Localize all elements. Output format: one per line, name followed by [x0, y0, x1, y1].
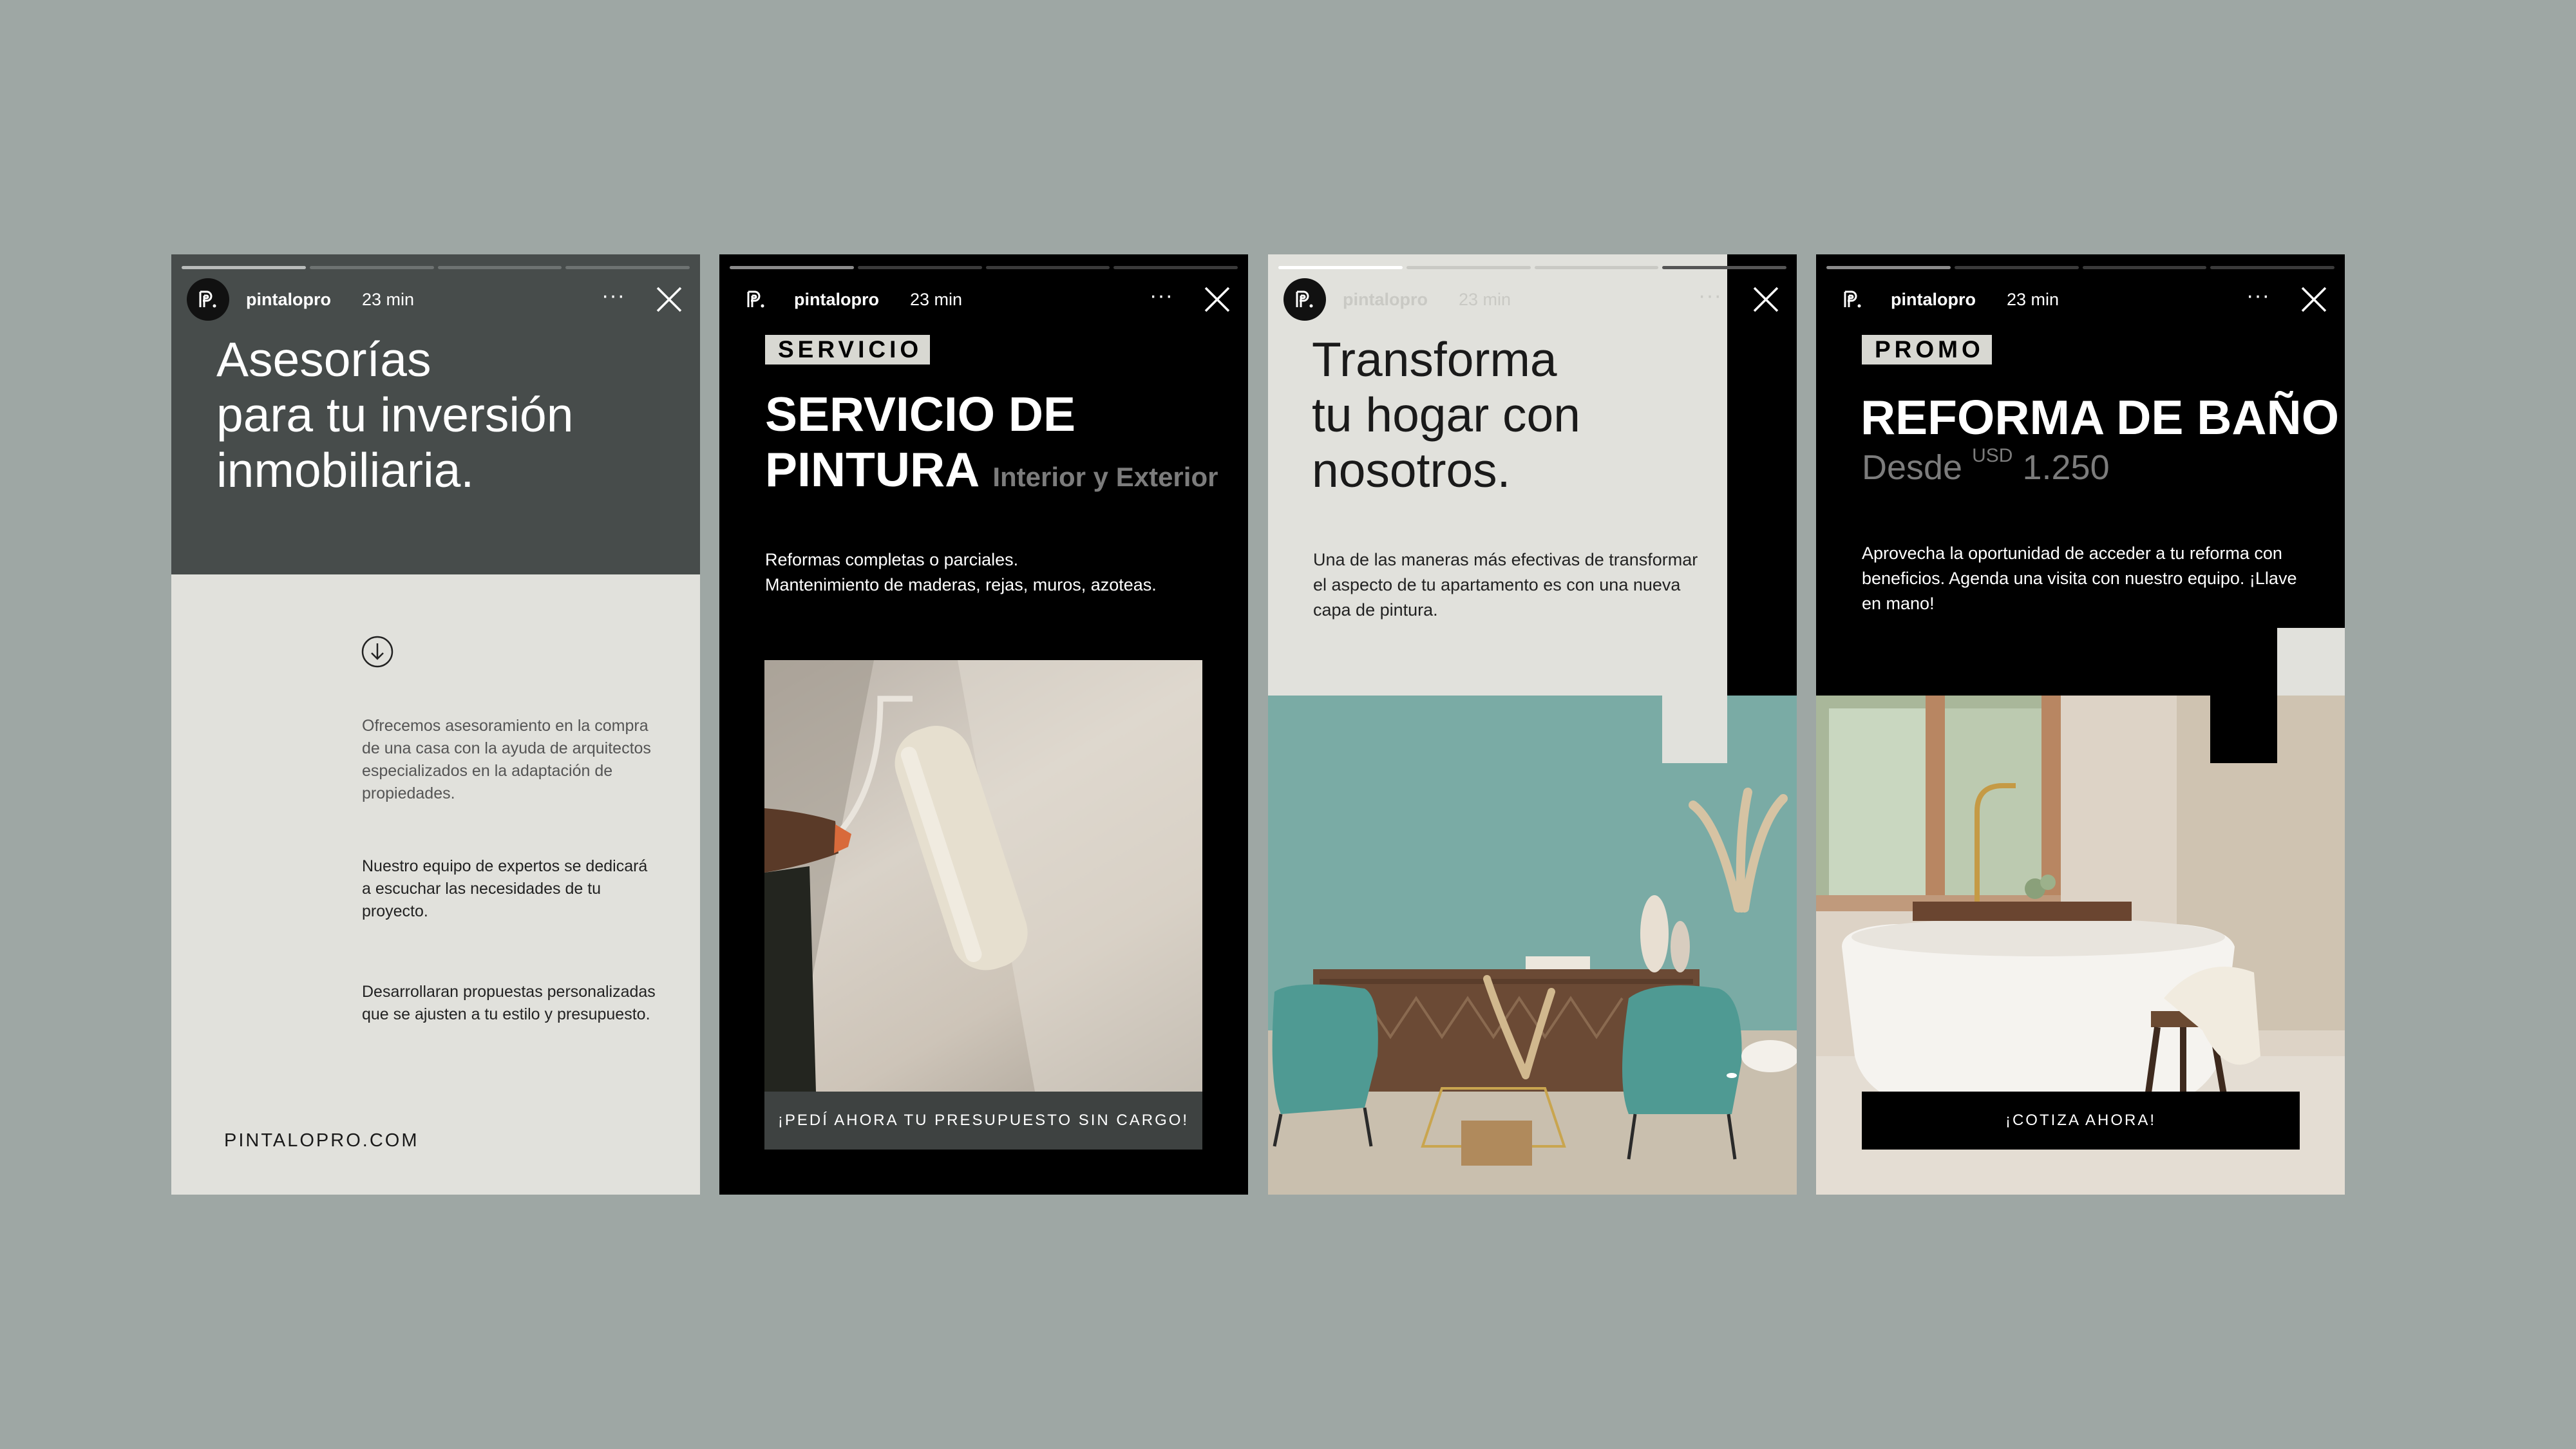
decorative-notch — [1662, 696, 1727, 763]
story-description: Una de las maneras más efectivas de tran… — [1313, 550, 1698, 620]
close-icon[interactable] — [1750, 284, 1781, 315]
painting-roller-photo — [764, 660, 1202, 1092]
avatar[interactable] — [1832, 278, 1874, 321]
close-icon[interactable] — [2298, 284, 2329, 315]
close-icon[interactable] — [654, 284, 685, 315]
story-description: Aprovecha la oportunidad de acceder a tu… — [1862, 544, 2297, 613]
avatar[interactable] — [187, 278, 229, 321]
story-progress-bar — [1278, 266, 1786, 269]
pintalopro-logo-icon — [199, 290, 216, 308]
username[interactable]: pintalopro — [1343, 290, 1428, 310]
close-icon[interactable] — [1202, 284, 1233, 315]
avatar[interactable] — [735, 278, 777, 321]
arrow-down-circle-icon — [361, 636, 393, 668]
pintalopro-logo-icon — [1296, 290, 1313, 308]
category-badge: SERVICIO — [765, 335, 931, 365]
post-time: 23 min — [2006, 289, 2060, 309]
story-title: SERVICIO DE PINTURA Interior y Exterior — [765, 387, 1218, 497]
story-header: pintalopro 23 min ··· — [1283, 277, 1781, 322]
paragraph-equipo: Nuestro equipo de expertos se dedicará a… — [362, 857, 648, 920]
website-link[interactable]: PINTALOPRO.COM — [224, 1130, 419, 1151]
username[interactable]: pintalopro — [1891, 290, 1976, 310]
decorative-notch-light — [2277, 628, 2345, 696]
promo-badge: PROMO — [1862, 335, 1992, 365]
story-description: Reformas completas o parciales. Mantenim… — [765, 550, 1157, 594]
story-card-transforma[interactable]: pintalopro 23 min ··· Transforma tu hoga… — [1268, 254, 1797, 1195]
post-time: 23 min — [1458, 289, 1511, 309]
story-card-servicio-pintura[interactable]: pintalopro 23 min ··· SERVICIO SERVICIO … — [719, 254, 1248, 1195]
decorative-notch — [2210, 696, 2277, 763]
story-title: Transforma tu hogar con nosotros. — [1312, 332, 1580, 497]
story-card-asesorias[interactable]: pintalopro 23 min ··· Asesorías para tu … — [171, 254, 700, 1195]
living-room-photo — [1268, 696, 1797, 1195]
more-options-icon[interactable]: ··· — [1698, 285, 1722, 314]
post-time: 23 min — [909, 289, 963, 309]
username[interactable]: pintalopro — [246, 290, 331, 310]
story-header: pintalopro 23 min ··· — [735, 277, 1233, 322]
more-options-icon[interactable]: ··· — [601, 285, 625, 314]
paint-roller-illustration — [764, 660, 1202, 1092]
story-header: pintalopro 23 min ··· — [1832, 277, 2329, 322]
pintalopro-logo-icon — [747, 290, 764, 308]
cta-cotiza-button[interactable]: ¡COTIZA AHORA! — [1862, 1092, 2300, 1150]
story-title: Asesorías para tu inversión inmobiliaria… — [216, 332, 574, 497]
story-header: pintalopro 23 min ··· — [187, 277, 685, 322]
cta-presupuesto-button[interactable]: ¡PEDÍ AHORA TU PRESUPUESTO SIN CARGO! — [764, 1092, 1202, 1150]
story-progress-bar — [1826, 266, 2334, 269]
more-options-icon[interactable]: ··· — [1150, 285, 1173, 314]
paragraph-propuestas: Desarrollaran propuestas personalizadas … — [362, 983, 656, 1023]
story-subtitle: Interior y Exterior — [992, 462, 1218, 492]
story-progress-bar — [182, 266, 690, 269]
pintalopro-logo-icon — [1844, 290, 1861, 308]
price-label: Desde USD 1.250 — [1862, 445, 2110, 487]
post-time: 23 min — [361, 289, 415, 309]
username[interactable]: pintalopro — [794, 290, 879, 310]
story-progress-bar — [730, 266, 1238, 269]
story-card-reforma-bano[interactable]: pintalopro 23 min ··· PROMO REFORMA DE B… — [1816, 254, 2345, 1195]
more-options-icon[interactable]: ··· — [2246, 285, 2270, 314]
paragraph-asesoramiento: Ofrecemos asesoramiento en la compra de … — [362, 717, 651, 802]
living-room-illustration — [1268, 696, 1797, 1195]
avatar[interactable] — [1283, 278, 1326, 321]
story-title: REFORMA DE BAÑO — [1861, 390, 2340, 444]
